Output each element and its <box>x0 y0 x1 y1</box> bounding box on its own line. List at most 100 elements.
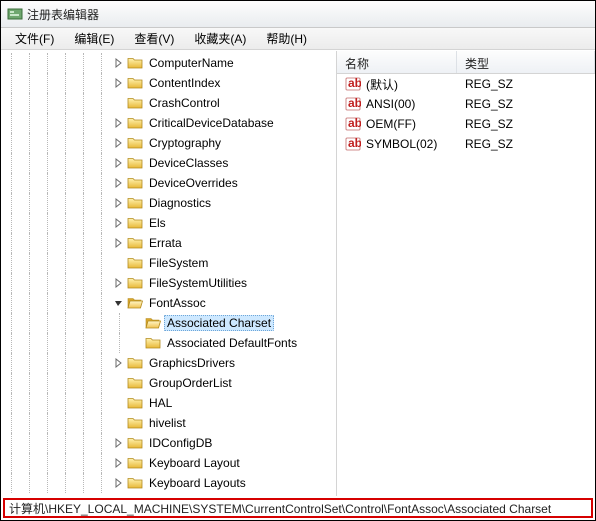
list-row[interactable]: (默认) REG_SZ <box>337 74 595 94</box>
menu-edit[interactable]: 编辑(E) <box>64 28 124 49</box>
expander-closed-icon[interactable] <box>111 116 125 130</box>
tree-item-label: Associated DefaultFonts <box>164 335 300 351</box>
folder-icon <box>127 55 143 71</box>
tree-item-label: GroupOrderList <box>146 375 235 391</box>
tree-item-computername[interactable]: ComputerName <box>3 53 336 73</box>
menu-file[interactable]: 文件(F) <box>5 28 64 49</box>
folder-icon <box>127 75 143 91</box>
tree-item-label: CrashControl <box>146 95 223 111</box>
value-name: (默认) <box>366 76 398 93</box>
tree-item-contentindex[interactable]: ContentIndex <box>3 73 336 93</box>
tree-item-label: ContentIndex <box>146 75 223 91</box>
folder-icon <box>127 255 143 271</box>
tree-item-label: Cryptography <box>146 135 224 151</box>
menu-favorites[interactable]: 收藏夹(A) <box>184 28 256 49</box>
col-name[interactable]: 名称 <box>337 51 457 73</box>
folder-icon <box>127 475 143 491</box>
tree-item-label: Els <box>146 215 169 231</box>
folder-icon <box>127 275 143 291</box>
menu-view[interactable]: 查看(V) <box>124 28 184 49</box>
tree-item-label: IDConfigDB <box>146 435 215 451</box>
folder-icon <box>127 135 143 151</box>
tree-item-hivelist[interactable]: hivelist <box>3 413 336 433</box>
folder-icon <box>127 435 143 451</box>
tree-item-deviceclasses[interactable]: DeviceClasses <box>3 153 336 173</box>
tree-item-criticaldevicedatabase[interactable]: CriticalDeviceDatabase <box>3 113 336 133</box>
tree-item-filesystem[interactable]: FileSystem <box>3 253 336 273</box>
tree-item-label: DeviceOverrides <box>146 175 241 191</box>
tree-item-label: hivelist <box>146 415 189 431</box>
value-type: REG_SZ <box>457 76 595 92</box>
expander-closed-icon[interactable] <box>111 356 125 370</box>
tree-item-grouporderlist[interactable]: GroupOrderList <box>3 373 336 393</box>
list-header: 名称 类型 <box>337 51 595 74</box>
expander-closed-icon[interactable] <box>111 136 125 150</box>
tree-item-label: FileSystemUtilities <box>146 275 250 291</box>
tree-item-fontassoc[interactable]: FontAssoc <box>3 293 336 313</box>
col-type[interactable]: 类型 <box>457 51 595 73</box>
menu-help[interactable]: 帮助(H) <box>256 28 317 49</box>
menu-bar: 文件(F) 编辑(E) 查看(V) 收藏夹(A) 帮助(H) <box>1 28 595 50</box>
tree-item-associated-defaultfonts[interactable]: Associated DefaultFonts <box>3 333 336 353</box>
list-row[interactable]: OEM(FF)REG_SZ <box>337 114 595 134</box>
folder-icon <box>127 395 143 411</box>
reg-string-icon <box>345 136 361 152</box>
tree-item-cryptography[interactable]: Cryptography <box>3 133 336 153</box>
tree-item-label: Diagnostics <box>146 195 214 211</box>
folder-icon <box>145 335 161 351</box>
folder-icon <box>127 95 143 111</box>
work-area: ComputerName ContentIndex CrashControl Crit… <box>1 50 595 496</box>
folder-icon <box>127 215 143 231</box>
expander-open-icon[interactable] <box>111 296 125 310</box>
tree-item-idconfigdb[interactable]: IDConfigDB <box>3 433 336 453</box>
folder-open-icon <box>127 295 143 311</box>
value-name: ANSI(00) <box>366 97 415 111</box>
tree-item-label: Associated Charset <box>164 315 274 331</box>
tree-item-keyboard-layout[interactable]: Keyboard Layout <box>3 453 336 473</box>
expander-closed-icon[interactable] <box>111 196 125 210</box>
status-path: 计算机\HKEY_LOCAL_MACHINE\SYSTEM\CurrentCon… <box>9 500 551 517</box>
tree-item-label: CriticalDeviceDatabase <box>146 115 277 131</box>
tree-item-keyboard-layouts[interactable]: Keyboard Layouts <box>3 473 336 493</box>
list-row[interactable]: ANSI(00) REG_SZ <box>337 94 595 114</box>
tree-item-associated-charset[interactable]: Associated Charset <box>3 313 336 333</box>
tree-view[interactable]: ComputerName ContentIndex CrashControl Crit… <box>1 51 336 496</box>
expander-closed-icon[interactable] <box>111 436 125 450</box>
list-row[interactable]: SYMBOL(02) REG_SZ <box>337 134 595 154</box>
value-name: OEM(FF) <box>366 117 416 131</box>
folder-icon <box>127 355 143 371</box>
tree-item-filesystemutilities[interactable]: FileSystemUtilities <box>3 273 336 293</box>
expander-closed-icon[interactable] <box>111 76 125 90</box>
expander-closed-icon[interactable] <box>111 156 125 170</box>
value-name: SYMBOL(02) <box>366 137 437 151</box>
reg-string-icon <box>345 76 361 92</box>
folder-icon <box>127 155 143 171</box>
expander-closed-icon[interactable] <box>111 176 125 190</box>
list-pane: 名称 类型 (默认)REG_SZANSI(00)REG_SZOEM(FF)REG… <box>337 51 595 496</box>
tree-item-label: Errata <box>146 235 185 251</box>
expander-closed-icon[interactable] <box>111 56 125 70</box>
value-type: REG_SZ <box>457 96 595 112</box>
list-view[interactable]: (默认)REG_SZANSI(00)REG_SZOEM(FF)REG_SZSYM… <box>337 74 595 496</box>
tree-item-graphicsdrivers[interactable]: GraphicsDrivers <box>3 353 336 373</box>
tree-item-hal[interactable]: HAL <box>3 393 336 413</box>
folder-icon <box>127 195 143 211</box>
expander-closed-icon[interactable] <box>111 236 125 250</box>
tree-item-errata[interactable]: Errata <box>3 233 336 253</box>
tree-item-els[interactable]: Els <box>3 213 336 233</box>
folder-icon <box>127 235 143 251</box>
tree-item-label: GraphicsDrivers <box>146 355 238 371</box>
value-type: REG_SZ <box>457 136 595 152</box>
tree-item-crashcontrol[interactable]: CrashControl <box>3 93 336 113</box>
folder-icon <box>127 175 143 191</box>
expander-closed-icon[interactable] <box>111 216 125 230</box>
tree-item-label: ComputerName <box>146 55 237 71</box>
tree-pane: ComputerName ContentIndex CrashControl Crit… <box>1 51 337 496</box>
expander-closed-icon[interactable] <box>111 476 125 490</box>
reg-string-icon <box>345 96 361 112</box>
expander-closed-icon[interactable] <box>111 456 125 470</box>
expander-closed-icon[interactable] <box>111 276 125 290</box>
tree-item-deviceoverrides[interactable]: DeviceOverrides <box>3 173 336 193</box>
tree-item-diagnostics[interactable]: Diagnostics <box>3 193 336 213</box>
folder-icon <box>127 375 143 391</box>
